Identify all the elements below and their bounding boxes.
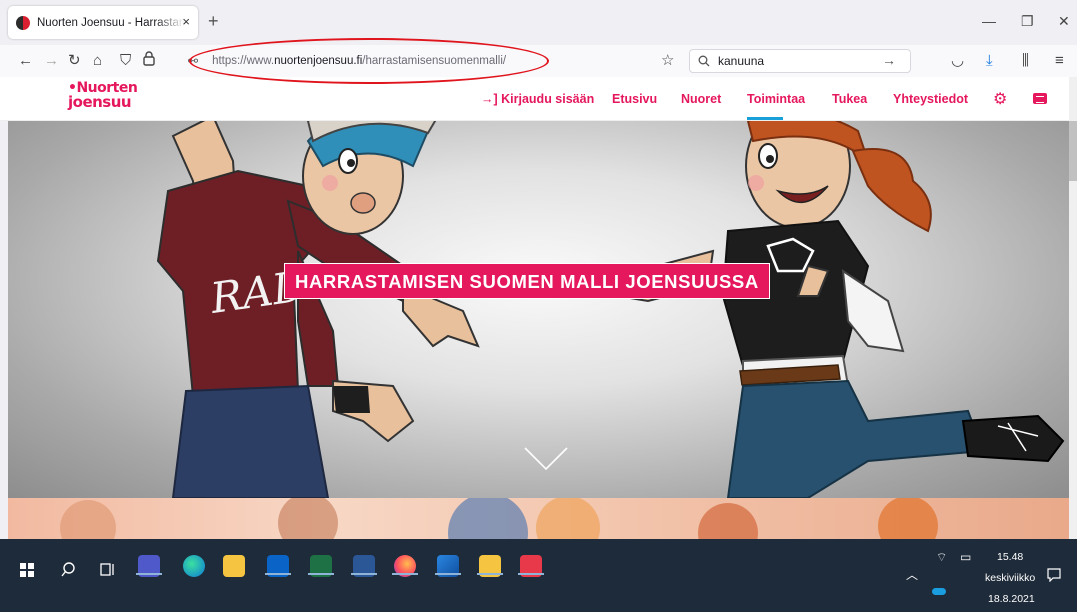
library-icon[interactable]: ⫼ [1022,51,1029,71]
menu-item-youth[interactable]: Nuoret [681,90,721,108]
windows-start-icon[interactable] [20,563,34,577]
address-bar[interactable]: ⚯ https://www.nuortenjoensuu.fi/harrasta… [188,49,684,73]
page-scrollbar-thumb[interactable] [1069,121,1077,181]
restore-icon[interactable]: ❐ [1021,12,1034,30]
clock-date[interactable]: 18.8.2021 [988,593,1035,606]
tab-title: Nuorten Joensuu - Harrastamisen Suomen m… [37,16,185,29]
lock-icon[interactable] [143,51,155,72]
active-menu-indicator [747,117,783,120]
wifi-icon[interactable]: ⌔ [936,551,947,564]
onedrive-icon[interactable] [932,588,946,595]
search-value: kanuuna [718,54,765,68]
menu-hamburger-icon[interactable]: ≡ [1055,51,1064,71]
hero-title: HARRASTAMISEN SUOMEN MALLI JOENSUUSSA [284,263,770,299]
menu-item-contact[interactable]: Yhteystiedot [893,90,968,108]
url-text: https://www.nuortenjoensuu.fi/harrastami… [212,55,507,67]
scroll-down-chevron-icon[interactable] [523,446,569,472]
screen: Nuorten Joensuu - Harrastamisen Suomen m… [0,0,1077,612]
edge-icon[interactable] [183,555,205,577]
browser-nav-bar: ← → ↻ ⌂ ⛉ ⚯ https://www.nuortenjoensuu.f… [0,45,1077,77]
file-explorer-icon[interactable] [223,555,245,577]
contact-card-icon[interactable] [1033,93,1047,104]
settings-gear-icon[interactable]: ⚙ [993,89,1007,109]
back-icon[interactable]: ← [18,51,33,71]
menu-item-support[interactable]: Tukea [832,90,867,108]
browser-tab[interactable]: Nuorten Joensuu - Harrastamisen Suomen m… [8,6,198,39]
site-favicon-icon [16,15,30,30]
taskbar-active-indicator [351,573,377,575]
search-input[interactable]: kanuuna → [689,49,911,73]
tracking-shield-icon[interactable]: ⛉ [120,51,131,71]
taskbar-active-indicator [265,573,291,575]
reload-icon[interactable]: ↻ [68,51,81,71]
search-icon [698,55,710,67]
windows-taskbar: ︿ ⌔ ▭ 15.48 keskiviikko 18.8.2021 [0,539,1077,612]
taskbar-active-indicator [136,573,162,575]
permissions-icon[interactable]: ⚯ [188,54,198,68]
downloads-icon[interactable]: ⤓ [986,51,993,71]
taskbar-active-indicator [392,573,418,575]
taskbar-active-indicator [308,573,334,575]
site-logo[interactable]: •Nuorten joensuu [68,81,148,117]
clock-time[interactable]: 15.48 [997,551,1023,564]
pocket-icon[interactable]: ◡ [951,51,964,71]
menu-item-activities[interactable]: Toimintaa [747,90,805,108]
taskbar-active-indicator [518,573,544,575]
task-view-icon[interactable] [100,562,115,577]
new-tab-button[interactable]: + [208,12,219,30]
login-link[interactable]: →] Kirjaudu sisään [481,90,594,108]
tab-close-icon[interactable]: × [182,14,190,30]
search-go-icon[interactable]: → [882,52,896,68]
battery-icon[interactable]: ▭ [960,551,971,564]
forward-icon[interactable]: → [44,51,59,71]
close-window-icon[interactable]: ✕ [1058,12,1070,30]
next-section-preview [8,498,1069,539]
home-icon[interactable]: ⌂ [93,51,102,71]
notifications-icon[interactable] [1047,568,1061,582]
clock-weekday[interactable]: keskiviikko [985,572,1035,585]
hero-illustration: RAD [156,121,1065,498]
taskbar-active-indicator [435,573,461,575]
minimize-icon[interactable]: — [982,12,996,30]
menu-item-home[interactable]: Etusivu [612,90,657,108]
hero-banner: RAD HARRASTAMISEN SUOMEN MALLI JOENSUUSS… [8,121,1069,498]
browser-tab-strip: Nuorten Joensuu - Harrastamisen Suomen m… [0,0,1077,45]
site-header: •Nuorten joensuu →] Kirjaudu sisään Etus… [0,77,1077,121]
tray-expand-icon[interactable]: ︿ [906,569,918,582]
bookmark-star-icon[interactable]: ☆ [661,51,674,71]
taskbar-active-indicator [477,573,503,575]
search-icon[interactable] [61,562,76,577]
